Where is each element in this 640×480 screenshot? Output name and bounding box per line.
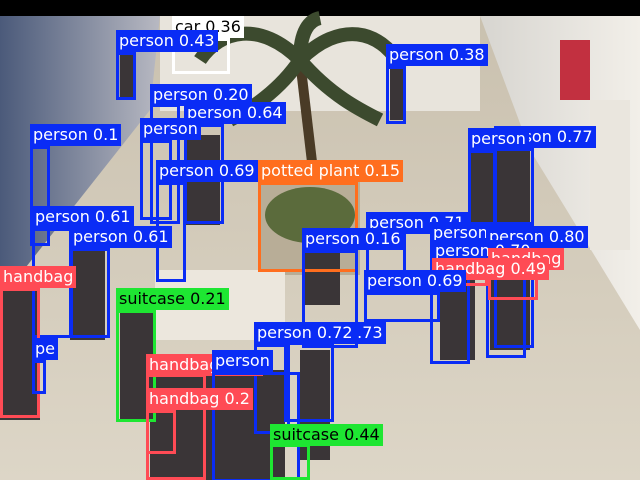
- person-detection-label: person 0.69: [156, 160, 258, 182]
- person-detection-label: person 0.16: [302, 228, 404, 250]
- person-bounding-box: [32, 360, 46, 394]
- person-detection-label: person 0.43: [116, 30, 218, 52]
- person-detection-label: person: [212, 350, 273, 372]
- person-detection-label: person 0.1: [30, 124, 122, 146]
- suitcase-detection-label: suitcase 0.44: [270, 424, 383, 446]
- suitcase-bounding-box: [270, 444, 310, 480]
- person-bounding-box: [386, 66, 406, 124]
- person-bounding-box: [116, 52, 136, 100]
- shop-window: [590, 100, 630, 250]
- suitcase-detection-label: suitcase 0.21: [116, 288, 229, 310]
- person-detection-label: person 0.38: [386, 44, 488, 66]
- person-detection-label: pe: [32, 338, 58, 360]
- top-bar: [0, 0, 640, 16]
- person-detection-label: person 0.69: [364, 270, 466, 292]
- person-detection-label: person 0.61: [70, 226, 172, 248]
- person-detection-label: person 0.61: [32, 206, 134, 228]
- person-detection-label: person: [468, 128, 529, 150]
- person-detection-label: person 0.72: [254, 322, 356, 344]
- person-detection-label: person: [140, 118, 201, 140]
- shop-sign: [560, 40, 590, 100]
- handbag-bounding-box: [146, 410, 176, 454]
- handbag-detection-label: handbag 0.2: [146, 388, 253, 410]
- person-bounding-box: [468, 150, 496, 230]
- detection-image: car 0.36 person 0.43 person 0.38 person 0.2…: [0, 0, 640, 480]
- person-bounding-box: [70, 248, 110, 338]
- handbag-detection-label: handbag: [0, 266, 77, 288]
- potted-plant-detection-label: potted plant 0.15: [258, 160, 404, 182]
- person-bounding-box: [364, 292, 440, 322]
